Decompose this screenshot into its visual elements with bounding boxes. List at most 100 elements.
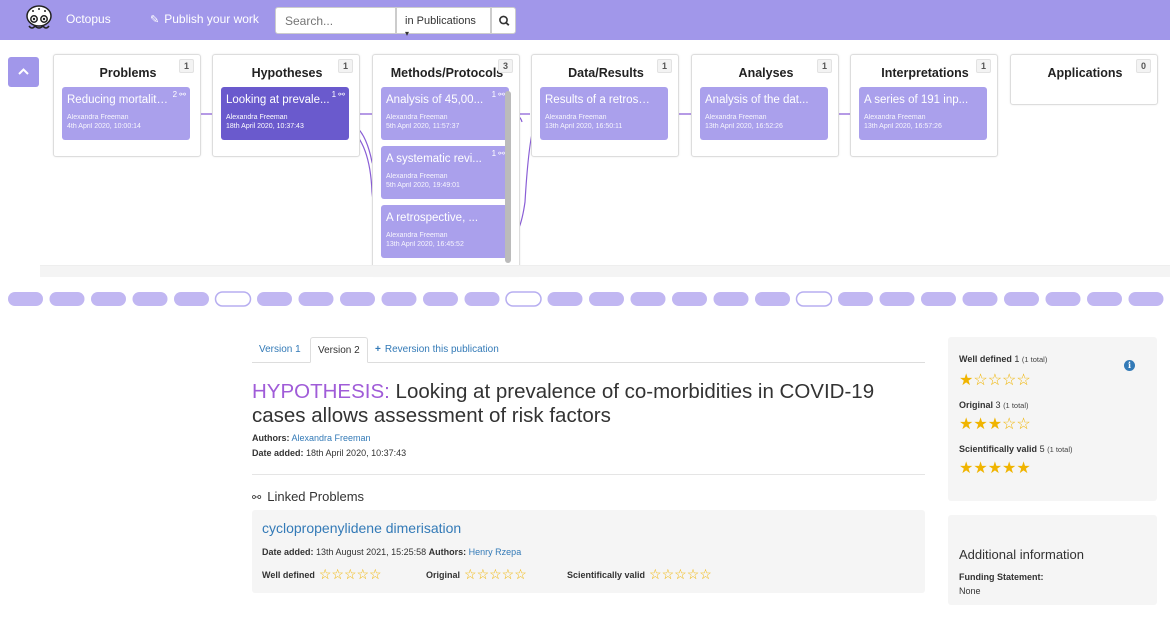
chain-link bbox=[132, 292, 168, 306]
chain-link bbox=[1045, 292, 1081, 306]
publication-card[interactable]: Reducing mortality ... 2 ⚯ Alexandra Freem… bbox=[62, 87, 190, 140]
collapse-graph-button[interactable] bbox=[8, 57, 39, 87]
chain-link bbox=[1087, 292, 1122, 306]
linked-heading-label: Linked Problems bbox=[267, 489, 365, 504]
publication-heading: HYPOTHESIS: Looking at prevalence of co-… bbox=[252, 380, 932, 428]
lp-rating-stars[interactable]: ☆☆☆☆☆ bbox=[464, 566, 527, 582]
card-title: A series of 191 inp... bbox=[864, 94, 969, 106]
search-icon bbox=[499, 15, 510, 26]
rating-well-defined-stars[interactable]: ★☆☆☆☆ bbox=[959, 370, 1031, 390]
lp-rating-label: Scientifically valid bbox=[567, 570, 646, 580]
linked-problem-card: cyclopropenylidene dimerisation Date add… bbox=[252, 510, 925, 593]
rating-name: Original bbox=[959, 400, 994, 410]
card-date: 4th April 2020, 10:00:14 bbox=[67, 123, 141, 130]
card-date: 5th April 2020, 19:49:01 bbox=[386, 182, 460, 189]
reversion-label: Reversion this publication bbox=[384, 344, 499, 355]
publication-authors: Authors: Alexandra Freeman bbox=[252, 433, 371, 443]
chain-link bbox=[257, 292, 292, 306]
rating-scientifically-valid-stars[interactable]: ★★★★★ bbox=[959, 458, 1031, 478]
lp-rating-label: Well defined bbox=[262, 570, 315, 580]
methods-scrollbar[interactable] bbox=[505, 91, 511, 263]
reversion-link[interactable]: + Reversion this publication bbox=[368, 337, 506, 363]
column-count-badge: 1 bbox=[816, 59, 832, 73]
publication-type: HYPOTHESIS: bbox=[252, 380, 390, 403]
linked-problem-title[interactable]: cyclopropenylidene dimerisation bbox=[262, 520, 461, 536]
chain-link bbox=[298, 292, 334, 306]
publish-link[interactable]: ✎ Publish your work bbox=[150, 12, 259, 26]
card-author: Alexandra Freeman bbox=[386, 232, 448, 239]
linked-problems-heading: ⚯ Linked Problems bbox=[252, 489, 364, 504]
chain-link bbox=[174, 292, 209, 306]
brand-link[interactable]: Octopus bbox=[66, 12, 111, 26]
card-link-count: 1 ⚯ bbox=[491, 149, 505, 158]
chain-divider bbox=[8, 291, 1164, 307]
publication-card[interactable]: Analysis of 45,00... 1 ⚯ Alexandra Freeman… bbox=[381, 87, 509, 140]
info-icon[interactable]: i bbox=[1124, 360, 1135, 371]
column-analyses: Analyses 1 Analysis of the dat... Alexandra… bbox=[691, 54, 839, 157]
publication-card[interactable]: A series of 191 inp... Alexandra Freeman 1… bbox=[859, 87, 987, 140]
publication-card[interactable]: A systematic revi... 1 ⚯ Alexandra Freeman… bbox=[381, 146, 509, 199]
tab-version-2[interactable]: Version 2 bbox=[310, 337, 368, 363]
top-navbar: Octopus ✎ Publish your work in Publicatio… bbox=[0, 0, 1170, 40]
chain-link bbox=[838, 292, 873, 306]
column-count-badge: 1 bbox=[178, 59, 194, 73]
tab-version-1[interactable]: Version 1 bbox=[252, 337, 308, 363]
publication-graph: Problems 1 Reducing mortality ... 2 ⚯ Alexan… bbox=[40, 42, 1170, 276]
chain-link bbox=[1004, 292, 1039, 306]
publication-card[interactable]: A retrospective, ... Alexandra Freeman 13t… bbox=[381, 205, 509, 258]
publication-card[interactable]: Results of a retrosp... Alexandra Freeman… bbox=[540, 87, 668, 140]
card-author: Alexandra Freeman bbox=[386, 114, 448, 121]
card-date: 13th April 2020, 16:45:52 bbox=[386, 241, 464, 248]
lp-authors-label: Authors: bbox=[428, 547, 467, 557]
card-link-count: 1 ⚯ bbox=[491, 90, 505, 99]
author-link[interactable]: Alexandra Freeman bbox=[292, 433, 371, 443]
publication-card[interactable]: Analysis of the dat... Alexandra Freeman 1… bbox=[700, 87, 828, 140]
chain-link bbox=[381, 292, 417, 306]
lp-rating-scientifically-valid: Scientifically valid ☆☆☆☆☆ bbox=[567, 566, 712, 583]
card-title: Reducing mortality ... bbox=[67, 94, 173, 106]
card-link-count: 1 ⚯ bbox=[331, 90, 345, 99]
search-scope-dropdown[interactable]: in Publications ▾ bbox=[396, 7, 491, 38]
rating-original-stars[interactable]: ★★★☆☆ bbox=[959, 414, 1031, 434]
chain-link bbox=[505, 291, 542, 307]
chain-link bbox=[464, 292, 500, 306]
lp-rating-stars[interactable]: ☆☆☆☆☆ bbox=[319, 566, 382, 582]
publication-card[interactable]: Looking at prevale... 1 ⚯ Alexandra Freema… bbox=[221, 87, 349, 140]
card-author: Alexandra Freeman bbox=[864, 114, 926, 121]
rating-value: 5 bbox=[1039, 444, 1045, 454]
rating-value: 3 bbox=[995, 400, 1001, 410]
column-count-badge: 0 bbox=[1135, 59, 1151, 73]
ratings-panel: i Well defined 1 (1 total) ★☆☆☆☆ Origina… bbox=[948, 337, 1157, 501]
chain-link bbox=[8, 292, 43, 306]
chevron-up-icon bbox=[18, 68, 29, 75]
search-input[interactable] bbox=[275, 7, 396, 34]
chain-link bbox=[214, 291, 252, 307]
card-date: 18th April 2020, 10:37:43 bbox=[226, 123, 304, 130]
authors-label: Authors: bbox=[252, 433, 290, 443]
card-link-count: 2 ⚯ bbox=[172, 90, 186, 99]
chain-link bbox=[879, 292, 915, 306]
linked-problem-meta: Date added: 13th August 2021, 15:25:58 A… bbox=[262, 547, 521, 557]
chain-link bbox=[921, 292, 956, 306]
lp-rating-stars[interactable]: ☆☆☆☆☆ bbox=[649, 566, 712, 582]
chain-link bbox=[49, 292, 85, 306]
column-methods-protocols: Methods/Protocols 3 Analysis of 45,00... 1 … bbox=[372, 54, 520, 276]
chain-link bbox=[713, 292, 749, 306]
search-scope-label: in Publications bbox=[405, 15, 476, 27]
chain-link bbox=[1128, 292, 1164, 306]
column-applications: Applications 0 bbox=[1010, 54, 1158, 105]
chain-link bbox=[962, 292, 998, 306]
lp-rating-well-defined: Well defined ☆☆☆☆☆ bbox=[262, 566, 382, 583]
date-label: Date added: bbox=[252, 448, 304, 458]
rating-value: 1 bbox=[1014, 354, 1020, 364]
search-button[interactable] bbox=[491, 7, 516, 34]
column-problems: Problems 1 Reducing mortality ... 2 ⚯ Alexan… bbox=[53, 54, 201, 157]
chain-link bbox=[589, 292, 624, 306]
version-tabs: Version 1 Version 2 + Reversion this publ… bbox=[252, 337, 925, 363]
octopus-logo-icon[interactable] bbox=[25, 4, 53, 32]
column-count-badge: 3 bbox=[497, 59, 513, 73]
pencil-icon: ✎ bbox=[150, 14, 160, 26]
column-count-badge: 1 bbox=[656, 59, 672, 73]
lp-author-link[interactable]: Henry Rzepa bbox=[469, 547, 522, 557]
lp-date-label: Date added: bbox=[262, 547, 314, 557]
